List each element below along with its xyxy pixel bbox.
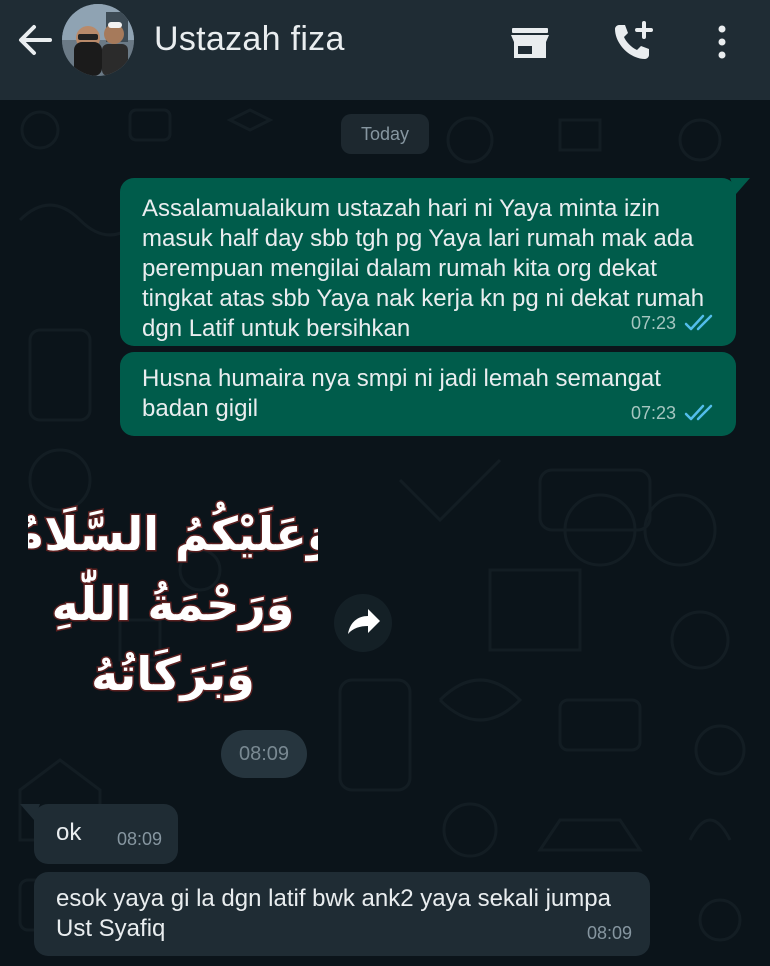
message-meta: 07:23 <box>631 398 718 428</box>
message-bubble-incoming[interactable]: esok yaya gi la dgn latif bwk ank2 yaya … <box>34 872 650 956</box>
sticker-line-2: وَرَحْمَةُ اللّٰهِ <box>52 568 295 631</box>
message-meta: 08:09 <box>587 918 632 948</box>
sticker-waalaikumsalam[interactable]: وَعَلَيْكُمُ السَّلَامُ وَرَحْمَةُ اللّٰ… <box>28 488 318 708</box>
bubble-tail <box>730 178 750 194</box>
sticker-time: 08:09 <box>221 730 307 778</box>
message-bubble-incoming[interactable]: ok 08:09 <box>20 804 178 864</box>
chat-header: Ustazah fiza <box>0 0 770 100</box>
chat-area[interactable]: Today Assalamualaikum ustazah hari ni Ya… <box>0 100 770 966</box>
sticker-line-3: وَبَرَكَاتُهُ <box>91 647 255 701</box>
message-time: 07:23 <box>630 403 676 423</box>
date-divider: Today <box>341 114 429 154</box>
message-text: esok yaya gi la dgn latif bwk ank2 yaya … <box>56 885 611 942</box>
read-receipt-icon <box>684 404 713 421</box>
arrow-left-icon[interactable] <box>14 22 54 58</box>
add-call-icon[interactable] <box>610 20 654 64</box>
message-bubble-outgoing[interactable]: Assalamualaikum ustazah hari ni Yaya min… <box>120 178 750 346</box>
avatar-photo <box>62 4 134 76</box>
message-time: 07:23 <box>630 313 676 333</box>
message-time: 08:09 <box>116 829 162 849</box>
message-time: 08:09 <box>586 923 632 943</box>
more-vert-icon[interactable] <box>700 20 744 64</box>
read-receipt-icon <box>684 314 713 331</box>
bubble-tail <box>20 804 40 820</box>
forward-button[interactable] <box>334 594 392 652</box>
message-meta: 07:23 <box>631 308 718 338</box>
sticker-line-1: وَعَلَيْكُمُ السَّلَامُ <box>28 501 318 561</box>
message-text: Assalamualaikum ustazah hari ni Yaya min… <box>142 195 705 342</box>
message-bubble-outgoing[interactable]: Husna humaira nya smpi ni jadi lemah sem… <box>120 352 736 436</box>
forward-icon <box>348 609 380 634</box>
store-icon[interactable] <box>508 20 552 64</box>
message-meta: 08:09 <box>117 824 162 854</box>
message-text: Husna humaira nya smpi ni jadi lemah sem… <box>142 365 661 422</box>
contact-name[interactable]: Ustazah fiza <box>154 20 345 59</box>
contact-avatar[interactable] <box>62 4 134 76</box>
